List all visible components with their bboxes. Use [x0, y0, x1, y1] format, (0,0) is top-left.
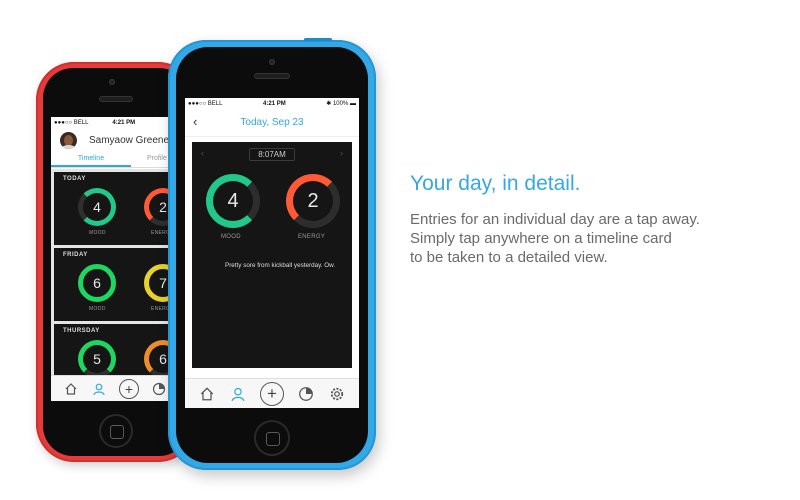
battery: ✱ 100% ▬ — [326, 101, 356, 107]
timeline-card[interactable]: TODAY 4 MOOD 2 ENERGY — [54, 172, 182, 245]
mood-value: 4 — [227, 189, 239, 212]
time-selector: ‹ 8:07AM › — [192, 148, 352, 162]
phone-detail: ●●●○○ BELL 4:21 PM ✱ 100% ▬ ‹ Today, Sep… — [168, 38, 376, 470]
headline: Your day, in detail. — [410, 172, 581, 195]
front-camera — [269, 59, 275, 65]
profile-icon[interactable] — [91, 381, 107, 397]
nav-bar: ‹ Today, Sep 23 — [185, 109, 359, 137]
clock: 4:21 PM — [263, 100, 286, 107]
description-line: Simply tap anywhere on a timeline card — [410, 230, 672, 247]
speaker — [254, 73, 290, 79]
carrier: ●●●○○ BELL — [188, 100, 223, 107]
power-button — [304, 38, 332, 41]
description-line: Entries for an individual day are a tap … — [410, 211, 700, 228]
mood-value: 6 — [93, 275, 101, 291]
prev-entry-icon[interactable]: ‹ — [201, 148, 204, 158]
energy-value: 6 — [159, 351, 167, 367]
chart-icon[interactable] — [151, 381, 167, 397]
page-title: Today, Sep 23 — [240, 117, 304, 128]
mood-ring: 4 — [78, 188, 116, 226]
profile-header[interactable]: Samyaow Greene — [51, 128, 182, 152]
bottom-tab-bar: + — [51, 375, 182, 401]
mood-label: MOOD — [89, 306, 106, 312]
timeline-screen: ●●●○○ BELL 4:21 PM Samyaow Greene Timeli… — [51, 117, 182, 401]
home-button[interactable] — [254, 420, 290, 456]
user-name: Samyaow Greene — [89, 134, 170, 146]
add-entry-button[interactable]: + — [119, 378, 139, 399]
energy-value: 2 — [307, 189, 319, 212]
timeline-card[interactable]: FRIDAY 6 MOOD 7 ENERGY — [54, 248, 182, 321]
timeline-card[interactable]: THURSDAY 5 6 — [54, 324, 182, 375]
timeline-list[interactable]: TODAY 4 MOOD 2 ENERGY FRIDAY 6 MOOD 7 EN… — [51, 169, 182, 375]
speaker — [99, 96, 133, 102]
mood-value: 4 — [93, 199, 101, 215]
mood-value: 5 — [93, 351, 101, 367]
next-entry-icon[interactable]: › — [340, 148, 343, 158]
add-entry-button[interactable]: + — [259, 381, 284, 406]
home-button[interactable] — [99, 414, 133, 448]
description-line: to be taken to a detailed view. — [410, 249, 608, 266]
tab-bar-top: Timeline Profile — [51, 152, 182, 168]
mood-ring: 6 — [78, 264, 116, 302]
card-day: TODAY — [63, 176, 86, 182]
entry-detail-card: ‹ 8:07AM › 4 MOOD 2 ENERGY Pretty sore f… — [192, 142, 352, 368]
detail-screen: ●●●○○ BELL 4:21 PM ✱ 100% ▬ ‹ Today, Sep… — [185, 98, 359, 408]
entry-time: 8:07AM — [249, 148, 295, 161]
front-camera — [109, 79, 115, 85]
energy-value: 7 — [159, 275, 167, 291]
card-day: FRIDAY — [63, 252, 88, 258]
clock: 4:21 PM — [112, 119, 136, 126]
profile-icon[interactable] — [229, 385, 247, 403]
mood-ring: 5 — [78, 340, 116, 375]
bottom-tab-bar: + — [185, 378, 359, 408]
home-icon[interactable] — [198, 385, 216, 403]
battery-percent: 100% — [332, 101, 349, 107]
mood-ring: 4 — [206, 174, 260, 228]
avatar[interactable] — [60, 131, 77, 149]
energy-label: ENERGY — [298, 234, 326, 240]
status-bar: ●●●○○ BELL 4:21 PM ✱ 100% ▬ — [185, 98, 359, 109]
status-bar: ●●●○○ BELL 4:21 PM — [51, 117, 182, 128]
mood-label: MOOD — [89, 230, 106, 236]
home-icon[interactable] — [63, 381, 79, 397]
energy-ring: 2 — [286, 174, 340, 228]
tab-timeline[interactable]: Timeline — [51, 152, 131, 167]
chart-icon[interactable] — [297, 385, 315, 403]
back-icon[interactable]: ‹ — [193, 114, 197, 129]
entry-note: Pretty sore from kickball yesterday. Ow. — [225, 262, 336, 269]
energy-value: 2 — [159, 199, 167, 215]
carrier: ●●●○○ BELL — [54, 119, 89, 126]
card-day: THURSDAY — [63, 328, 100, 334]
mood-label: MOOD — [221, 234, 241, 240]
description: Entries for an individual day are a tap … — [410, 210, 790, 267]
settings-icon[interactable] — [328, 385, 346, 403]
